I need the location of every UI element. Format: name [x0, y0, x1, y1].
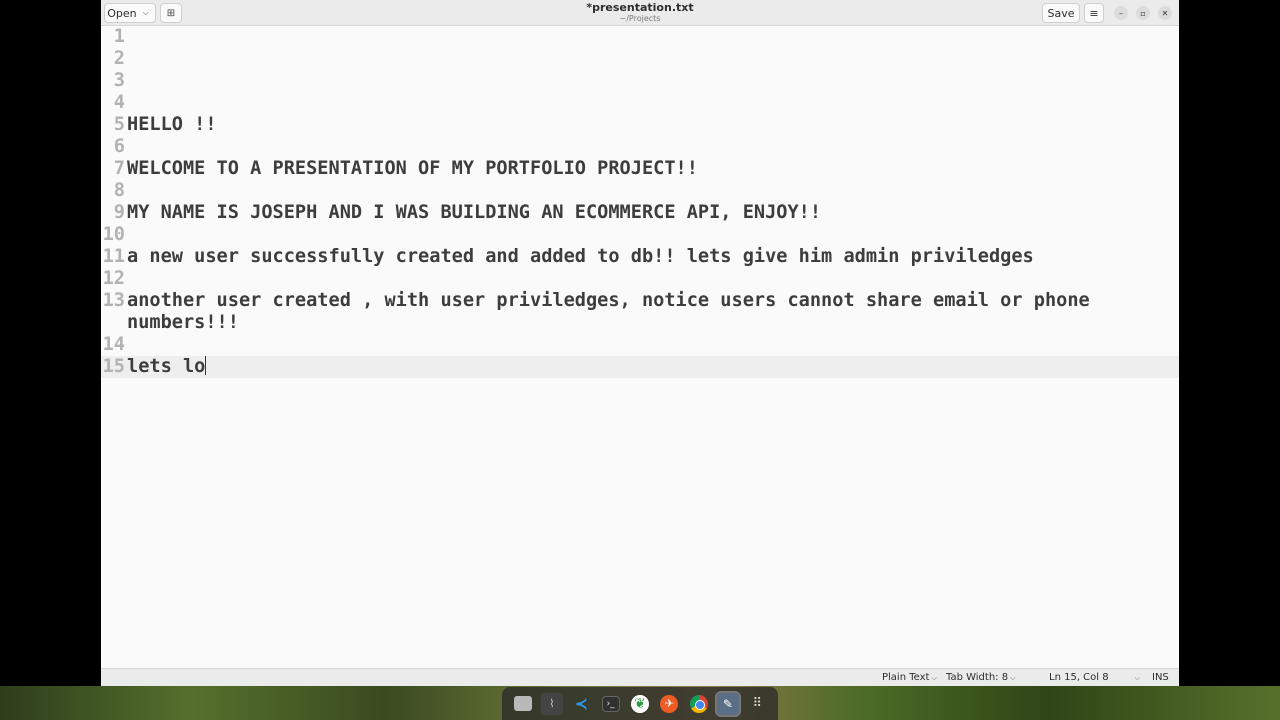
- line-number: 10: [102, 224, 125, 245]
- save-button[interactable]: Save: [1042, 3, 1080, 23]
- line-number: 7: [113, 158, 125, 179]
- line-number: 9: [113, 202, 125, 223]
- close-button[interactable]: ✕: [1158, 6, 1172, 20]
- editor-line: 2: [101, 48, 1179, 70]
- line-text[interactable]: HELLO !!: [127, 114, 217, 136]
- line-number: 13: [102, 290, 125, 311]
- files-icon: [513, 696, 532, 711]
- terminal-dock-button[interactable]: ›_: [600, 693, 622, 715]
- hamburger-menu-icon: ≡: [1089, 6, 1099, 20]
- line-number: 14: [102, 334, 125, 355]
- editor-line: 11 a new user successfully created and a…: [101, 246, 1179, 268]
- current-line-text: lets lo: [127, 356, 206, 377]
- editor-line: 9 MY NAME IS JOSEPH AND I WAS BUILDING A…: [101, 202, 1179, 224]
- editor-line-current: 15 lets lo: [101, 356, 1179, 378]
- app-grid-icon[interactable]: ⠿: [746, 693, 768, 715]
- cursor-position-selector[interactable]: Ln 15, Col 8 ⌵: [1049, 672, 1140, 684]
- line-number: 5: [113, 114, 125, 135]
- editor-line: 8: [101, 180, 1179, 202]
- minimize-button[interactable]: –: [1114, 6, 1128, 20]
- text-editor-window: Open ⌵ ⊞ *presentation.txt ~/Projects Sa…: [101, 0, 1179, 686]
- editor-line: 13 another user created , with user priv…: [101, 290, 1179, 334]
- window-title: *presentation.txt: [586, 1, 694, 14]
- line-text-current[interactable]: lets lo: [127, 356, 207, 378]
- chevron-down-icon: ⌵: [1134, 674, 1140, 682]
- editor-line: 12: [101, 268, 1179, 290]
- line-number: 4: [113, 92, 125, 113]
- tab-width-selector[interactable]: Tab Width: 8 ⌵: [946, 672, 1015, 684]
- editor-line: 7 WELCOME TO A PRESENTATION OF MY PORTFO…: [101, 158, 1179, 180]
- line-number: 6: [113, 136, 125, 157]
- vscode-icon[interactable]: ≺: [570, 693, 592, 715]
- window-subtitle: ~/Projects: [619, 14, 661, 23]
- status-bar: Plain Text ⌵ Tab Width: 8 ⌵ Ln 15, Col 8 ⌵ …: [101, 668, 1179, 686]
- language-label: Plain Text: [882, 672, 930, 683]
- system-monitor-icon[interactable]: ⌇: [540, 692, 563, 715]
- insert-mode-indicator: INS: [1152, 672, 1169, 683]
- chevron-down-icon: ⌵: [1010, 674, 1016, 682]
- editor-line: 5 HELLO !!: [101, 114, 1179, 136]
- chrome-icon: [689, 694, 708, 713]
- chrome-dock-button[interactable]: [688, 693, 710, 715]
- line-number: 2: [113, 48, 125, 69]
- line-number: 8: [113, 180, 125, 201]
- line-text[interactable]: MY NAME IS JOSEPH AND I WAS BUILDING AN …: [127, 202, 821, 224]
- editor-line: 6: [101, 136, 1179, 158]
- text-editor-area[interactable]: 1 2 3 4 5 HELLO !! 6 7 WELCOME TO A PRES…: [101, 26, 1179, 668]
- line-text[interactable]: WELCOME TO A PRESENTATION OF MY PORTFOLI…: [127, 158, 698, 180]
- editor-line: 4: [101, 92, 1179, 114]
- window-title-area: *presentation.txt ~/Projects: [101, 2, 1179, 24]
- line-number: 3: [113, 70, 125, 91]
- headerbar: Open ⌵ ⊞ *presentation.txt ~/Projects Sa…: [101, 0, 1179, 26]
- main-menu-button[interactable]: ≡: [1084, 3, 1104, 23]
- editor-line: 10: [101, 224, 1179, 246]
- text-cursor: [205, 356, 207, 375]
- line-number: 12: [102, 268, 125, 289]
- line-text[interactable]: a new user successfully created and adde…: [127, 246, 1034, 268]
- minimize-icon: –: [1119, 8, 1123, 18]
- dock-panel: ⌇ ≺ ›_ ❦ ✈ ✎ ⠿: [502, 687, 778, 720]
- files-dock-button[interactable]: [512, 693, 534, 715]
- mongodb-compass-icon: ❦: [630, 694, 649, 713]
- language-selector[interactable]: Plain Text ⌵: [882, 672, 937, 684]
- desktop-dock: ⌇ ≺ ›_ ❦ ✈ ✎ ⠿: [0, 686, 1280, 720]
- text-editor-icon[interactable]: ✎: [714, 690, 741, 717]
- terminal-icon: ›_: [601, 695, 620, 712]
- line-number: 11: [102, 246, 125, 267]
- editor-line: 1: [101, 26, 1179, 48]
- cursor-position-label: Ln 15, Col 8: [1049, 672, 1109, 683]
- editor-line: 14: [101, 334, 1179, 356]
- tab-width-label: Tab Width: 8: [946, 672, 1009, 683]
- line-text[interactable]: another user created , with user privile…: [127, 290, 1127, 334]
- editor-line: 3: [101, 70, 1179, 92]
- line-number: 15: [102, 356, 125, 377]
- line-number: 1: [113, 26, 125, 47]
- mongodb-dock-button[interactable]: ❦: [629, 693, 651, 715]
- close-icon: ✕: [1161, 8, 1169, 18]
- maximize-button[interactable]: ▫: [1136, 6, 1150, 20]
- chevron-down-icon: ⌵: [931, 674, 937, 682]
- postman-icon: ✈: [660, 694, 679, 713]
- maximize-icon: ▫: [1140, 8, 1146, 18]
- postman-dock-button[interactable]: ✈: [658, 693, 680, 715]
